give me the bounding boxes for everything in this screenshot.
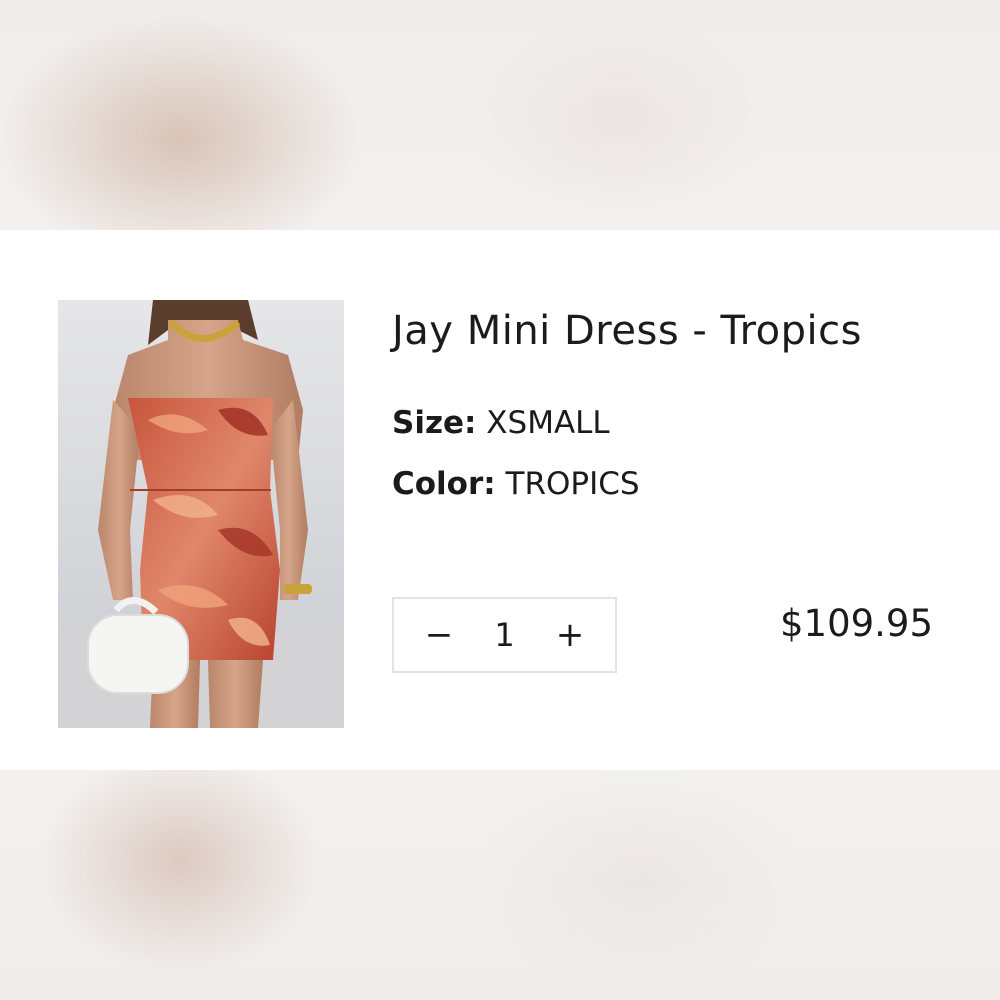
color-label: Color:: [392, 466, 496, 502]
size-label: Size:: [392, 405, 477, 441]
item-price: $109.95: [780, 602, 934, 645]
size-attribute: Size: XSMALL: [392, 405, 610, 441]
quantity-value[interactable]: 1: [494, 616, 514, 654]
decrement-button[interactable]: −: [424, 618, 454, 652]
product-image[interactable]: [58, 300, 344, 728]
increment-button[interactable]: +: [555, 618, 585, 652]
size-value: XSMALL: [486, 405, 610, 441]
product-title[interactable]: Jay Mini Dress - Tropics: [392, 308, 862, 354]
color-attribute: Color: TROPICS: [392, 466, 640, 502]
product-photo-illustration: [58, 300, 344, 728]
color-value: TROPICS: [505, 466, 640, 502]
quantity-stepper: − 1 +: [392, 597, 617, 673]
cart-item-card: Jay Mini Dress - Tropics Size: XSMALL Co…: [0, 230, 1000, 770]
